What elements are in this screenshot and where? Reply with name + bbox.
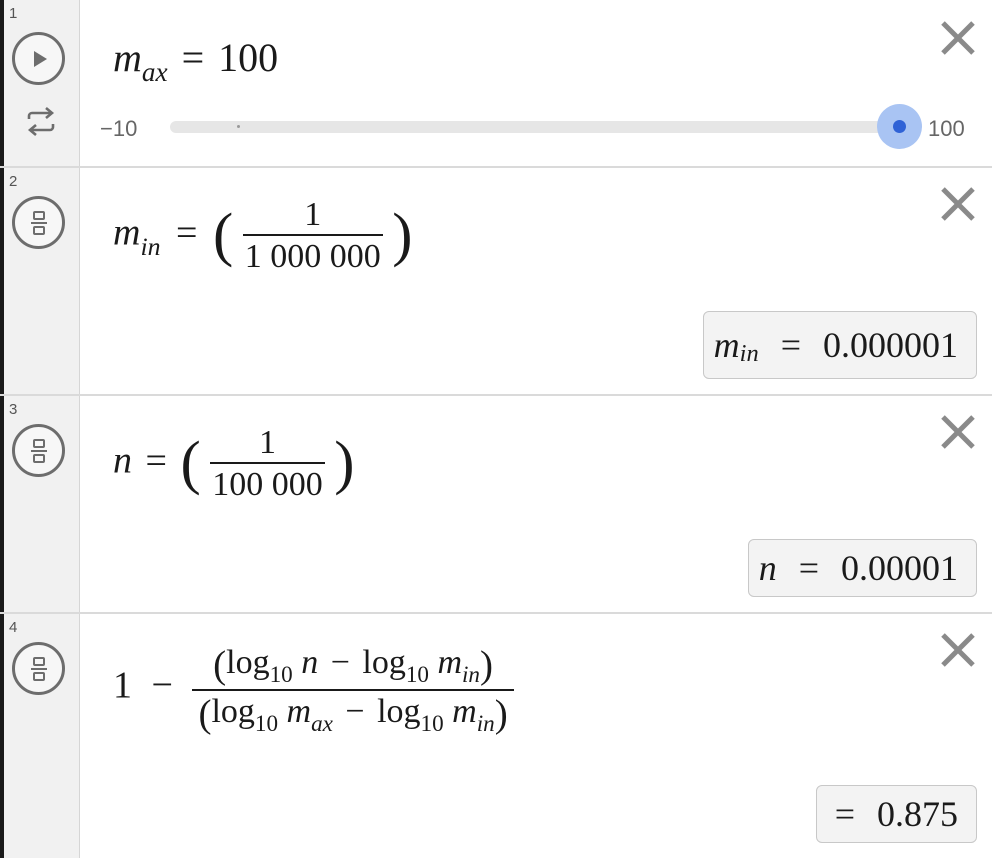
expression-n[interactable]: n = ( 1 100 000 ) bbox=[113, 424, 354, 504]
row-number: 4 bbox=[9, 619, 18, 636]
result-value: 0.875 bbox=[877, 794, 958, 834]
numerator: 1 bbox=[258, 424, 276, 461]
one: 1 bbox=[113, 664, 132, 707]
numerator: 1 bbox=[304, 196, 322, 233]
fraction-icon bbox=[30, 656, 47, 681]
algebra-row-1[interactable]: 1 max = 100 −10 100 bbox=[0, 0, 992, 168]
left-paren: ( bbox=[180, 429, 201, 497]
var-m: m bbox=[113, 211, 141, 254]
subscript-ax: ax bbox=[141, 57, 168, 88]
slider-definition[interactable]: max = 100 bbox=[113, 34, 279, 87]
result-box: = 0.875 bbox=[815, 785, 977, 843]
result-box: m in = 0.000001 bbox=[702, 311, 977, 379]
close-icon[interactable] bbox=[938, 412, 978, 452]
close-icon[interactable] bbox=[938, 184, 978, 224]
denominator: 100 000 bbox=[210, 462, 325, 504]
denominator: 1 000 000 bbox=[242, 234, 383, 276]
minus-sign: − bbox=[151, 664, 173, 707]
right-paren: ) bbox=[392, 201, 413, 269]
right-paren: ) bbox=[334, 429, 355, 497]
play-icon bbox=[33, 50, 47, 67]
fraction: (log10 n − log10 min) (log10 max − log10… bbox=[192, 643, 514, 737]
equals-sign: = bbox=[176, 211, 198, 254]
fraction-toggle-button[interactable] bbox=[12, 424, 65, 477]
var-n: n bbox=[758, 548, 777, 588]
row-number: 1 bbox=[9, 5, 18, 22]
row-number: 2 bbox=[9, 173, 18, 190]
fraction-icon bbox=[30, 210, 47, 235]
result-box: n = 0.00001 bbox=[747, 539, 977, 597]
fraction-toggle-button[interactable] bbox=[12, 642, 65, 695]
equals-sign: = bbox=[834, 794, 855, 834]
denominator: (log10 max − log10 min) bbox=[192, 688, 514, 737]
subscript-in: in bbox=[140, 231, 161, 261]
equals-sign: = bbox=[798, 548, 819, 588]
fraction-toggle-button[interactable] bbox=[12, 196, 65, 249]
var-n: n bbox=[113, 439, 132, 482]
numerator: (log10 n − log10 min) bbox=[213, 643, 494, 688]
algebra-row-2[interactable]: 2 min = ( 1 1 000 000 ) m in = 0.000001 bbox=[0, 168, 992, 396]
slider-track[interactable] bbox=[170, 121, 900, 133]
close-icon[interactable] bbox=[938, 630, 978, 670]
result-value: 0.000001 bbox=[823, 325, 958, 365]
play-button[interactable] bbox=[12, 32, 65, 85]
fraction-icon bbox=[30, 438, 47, 463]
result-value: 0.00001 bbox=[841, 548, 958, 588]
repeat-icon[interactable] bbox=[25, 107, 57, 137]
equals-sign: = bbox=[780, 325, 801, 365]
close-icon[interactable] bbox=[938, 18, 978, 58]
expression-m-in[interactable]: min = ( 1 1 000 000 ) bbox=[113, 196, 412, 276]
slider-value: 100 bbox=[218, 35, 279, 80]
algebra-row-4[interactable]: 4 1 − (log10 n − log10 min) (log10 max −… bbox=[0, 614, 992, 858]
equals-sign: = bbox=[145, 439, 167, 482]
expression-log-ratio[interactable]: 1 − (log10 n − log10 min) (log10 max − l… bbox=[113, 643, 514, 737]
slider-thumb[interactable] bbox=[893, 120, 906, 133]
var-m: m bbox=[713, 325, 740, 365]
var-m: m bbox=[113, 35, 142, 80]
row-number: 3 bbox=[9, 401, 18, 418]
slider-zero-tick bbox=[237, 125, 240, 128]
equals-sign: = bbox=[181, 35, 205, 80]
fraction: 1 1 000 000 bbox=[242, 196, 383, 276]
fraction: 1 100 000 bbox=[210, 424, 325, 504]
algebra-row-3[interactable]: 3 n = ( 1 100 000 ) n = 0.00001 bbox=[0, 396, 992, 614]
left-paren: ( bbox=[212, 201, 234, 269]
subscript-in: in bbox=[739, 340, 759, 368]
slider-max-label: 100 bbox=[928, 116, 965, 141]
slider-min-label: −10 bbox=[100, 116, 138, 141]
